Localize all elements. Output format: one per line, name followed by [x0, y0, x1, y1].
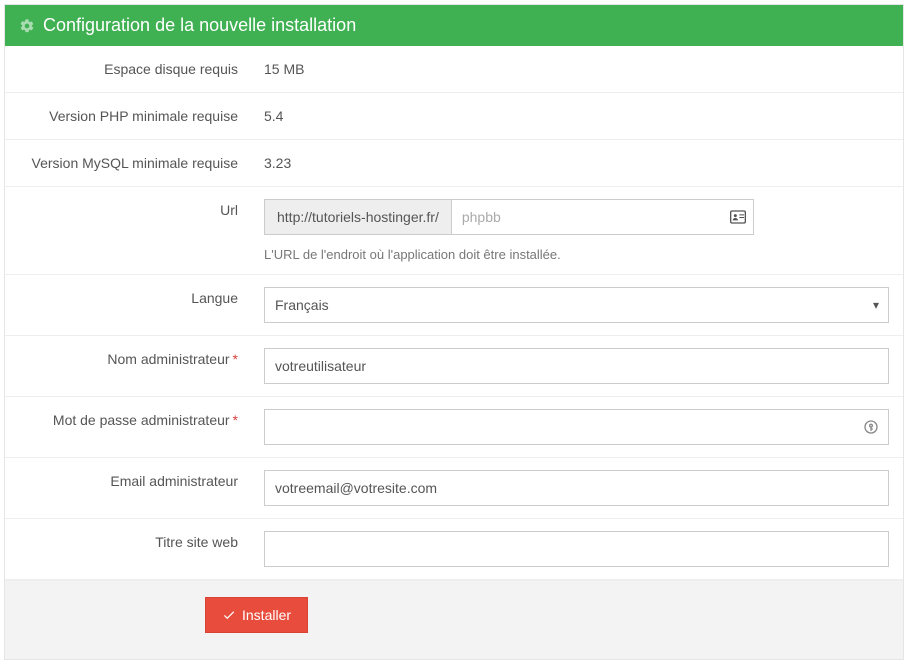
label-admin-email: Email administrateur: [5, 458, 250, 518]
label-mysql-version: Version MySQL minimale requise: [5, 140, 250, 186]
value-mysql-version: 3.23: [250, 140, 903, 186]
label-admin-password: Mot de passe administrateur*: [5, 397, 250, 457]
label-url: Url: [5, 187, 250, 274]
row-mysql-version: Version MySQL minimale requise 3.23: [5, 140, 903, 187]
row-admin-email: Email administrateur: [5, 458, 903, 519]
check-icon: [222, 608, 236, 622]
admin-email-input[interactable]: [264, 470, 889, 506]
install-config-panel: Configuration de la nouvelle installatio…: [4, 4, 904, 660]
language-select[interactable]: Français: [264, 287, 889, 323]
url-help-text: L'URL de l'endroit où l'application doit…: [264, 247, 889, 262]
panel-header: Configuration de la nouvelle installatio…: [5, 5, 903, 46]
value-php-version: 5.4: [250, 93, 903, 139]
site-title-input[interactable]: [264, 531, 889, 567]
panel-footer: Installer: [5, 580, 903, 659]
required-marker: *: [233, 412, 238, 428]
admin-name-input[interactable]: [264, 348, 889, 384]
row-url: Url http://tutoriels-hostinger.fr/ L'URL…: [5, 187, 903, 275]
panel-title: Configuration de la nouvelle installatio…: [43, 15, 356, 36]
url-input-group: http://tutoriels-hostinger.fr/: [264, 199, 754, 235]
value-disk-space: 15 MB: [250, 46, 903, 92]
admin-password-input[interactable]: [264, 409, 889, 445]
row-site-title: Titre site web: [5, 519, 903, 580]
install-button-label: Installer: [242, 607, 291, 623]
row-language: Langue Français: [5, 275, 903, 336]
row-admin-password: Mot de passe administrateur*: [5, 397, 903, 458]
url-prefix: http://tutoriels-hostinger.fr/: [264, 199, 451, 235]
label-disk-space: Espace disque requis: [5, 46, 250, 92]
label-php-version: Version PHP minimale requise: [5, 93, 250, 139]
gear-icon: [19, 18, 35, 34]
install-button[interactable]: Installer: [205, 597, 308, 633]
label-site-title: Titre site web: [5, 519, 250, 579]
row-php-version: Version PHP minimale requise 5.4: [5, 93, 903, 140]
label-language: Langue: [5, 275, 250, 335]
address-card-icon[interactable]: [730, 210, 746, 224]
row-admin-name: Nom administrateur*: [5, 336, 903, 397]
generate-password-icon[interactable]: [863, 419, 879, 435]
url-path-input[interactable]: [451, 199, 754, 235]
row-disk-space: Espace disque requis 15 MB: [5, 46, 903, 93]
label-admin-name: Nom administrateur*: [5, 336, 250, 396]
required-marker: *: [233, 351, 238, 367]
